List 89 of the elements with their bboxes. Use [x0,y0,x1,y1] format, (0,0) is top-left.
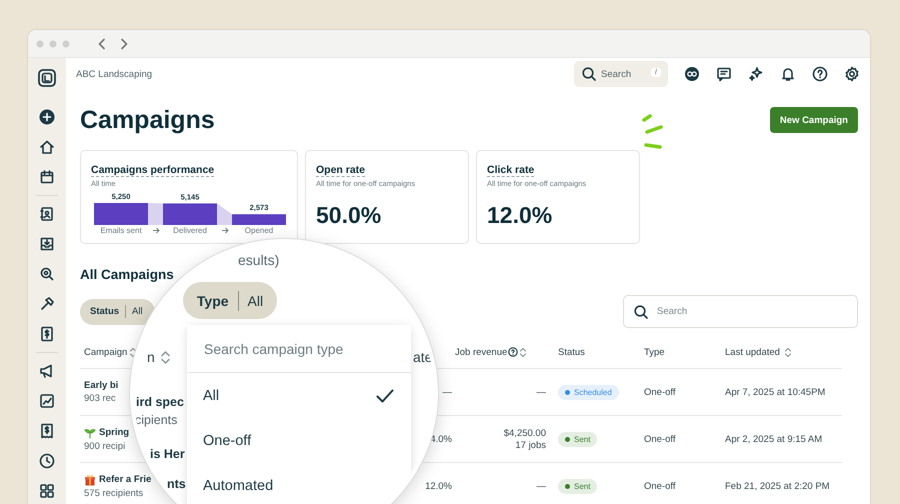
organization-name: ABC Landscaping [76,68,152,80]
table-cell: 4.0% [430,434,452,444]
help-icon[interactable] [508,347,518,357]
logo-icon[interactable] [38,69,56,87]
search-field[interactable]: Search campaign type [187,325,411,373]
receipt-icon[interactable] [39,423,55,439]
recipient-count: 900 recipi [84,440,126,452]
status-badge: Sent [558,432,598,446]
funnel-bar [232,214,286,225]
clock-icon[interactable] [39,453,55,469]
search-icon [582,67,596,81]
campaign-name[interactable]: Spring [99,427,130,438]
funnel-bar [94,203,148,225]
campaign-name[interactable]: Refer a Frie [99,474,152,485]
new-campaign-button[interactable]: New Campaign [770,107,858,133]
arrow-icon [222,228,229,234]
metric-value: 12.0% [487,202,554,229]
card-title[interactable]: Open rate [316,164,366,177]
gift-icon [84,474,96,486]
status-badge: Scheduled [558,384,619,400]
sparkle-icon[interactable] [748,66,764,82]
page-title: Campaigns [80,106,215,134]
table-cell: $4,250.00 [504,428,546,438]
inbox-download-icon[interactable] [39,236,55,252]
table-cell: — [442,386,452,398]
campaign-name[interactable]: nts [167,477,186,491]
filter-chip[interactable]: Type All [183,282,277,319]
mask-icon[interactable] [684,66,700,82]
campaign-name[interactable]: Early bi [84,380,118,391]
metric-value: 50.0% [316,202,382,229]
bar-label: Emails sent [100,226,142,235]
column-header[interactable]: n [147,349,155,365]
column-header[interactable]: Job revenue [455,346,508,358]
chat-icon[interactable] [716,66,732,82]
filter-chip[interactable]: Status All [80,298,155,324]
table-cell: Apr 7, 2025 at 10:45PM [725,386,826,398]
sprout-icon [84,426,96,438]
check-icon [376,388,394,402]
flow-connector [148,203,163,225]
hammer-icon[interactable] [39,296,55,312]
bar-label: Opened [244,226,274,235]
plus-circle-icon[interactable] [39,109,55,125]
recipient-count: 575 recipients [84,488,144,498]
table-cell: Feb 21, 2025 at 2:20 PM [725,480,830,492]
section-title: All Campaigns [80,266,175,284]
column-header[interactable]: Campaign [84,346,128,358]
campaign-name[interactable]: ird spec [136,395,184,409]
table-cell: One-off [644,434,676,444]
dropdown-option[interactable]: One-off [187,418,411,463]
contact-book-icon[interactable] [39,206,55,222]
card-title[interactable]: Click rate [487,164,534,177]
arrow-icon [152,228,160,234]
column-header[interactable]: Last updated [725,346,780,358]
home-icon[interactable] [39,139,55,155]
table-cell: — [536,480,546,492]
dropdown-option[interactable]: Automated [187,463,411,504]
dollar-document-icon[interactable] [39,326,55,342]
help-icon[interactable] [812,66,828,82]
sort-icon[interactable] [160,350,171,364]
bell-icon[interactable] [780,66,796,82]
dropdown-option[interactable]: All [187,373,411,418]
search-field[interactable]: Search [623,295,858,328]
recipient-count: 903 rec [84,393,116,404]
sort-icon[interactable] [129,346,138,358]
card-title[interactable]: Campaigns performance [91,164,214,177]
forward-icon[interactable] [120,38,128,50]
funnel-bar [163,203,217,225]
magnifier-icon[interactable] [39,266,55,282]
search-icon [634,305,648,319]
result-count: esults) [238,252,280,268]
megaphone-icon[interactable] [39,363,55,379]
grid-icon[interactable] [39,483,55,499]
table-cell: One-off [644,386,676,398]
campaign-name[interactable]: is Her [150,447,185,461]
back-icon[interactable] [98,38,106,50]
line-chart-icon[interactable] [39,393,55,409]
sort-icon[interactable] [784,346,792,358]
recipient-count: cipients [135,413,178,427]
table-cell: — [536,386,546,398]
column-header: Type [644,346,665,358]
table-cell: Apr 2, 2025 at 9:15 AM [725,434,822,444]
bar-label: Delivered [173,226,207,235]
column-header: Status [558,346,585,358]
settings-icon[interactable] [844,66,860,82]
calendar-icon[interactable] [39,169,55,185]
table-cell: One-off [644,480,676,492]
table-cell: 12.0% [425,480,452,492]
table-cell: 17 jobs [515,440,546,450]
status-badge: Sent [558,478,598,494]
